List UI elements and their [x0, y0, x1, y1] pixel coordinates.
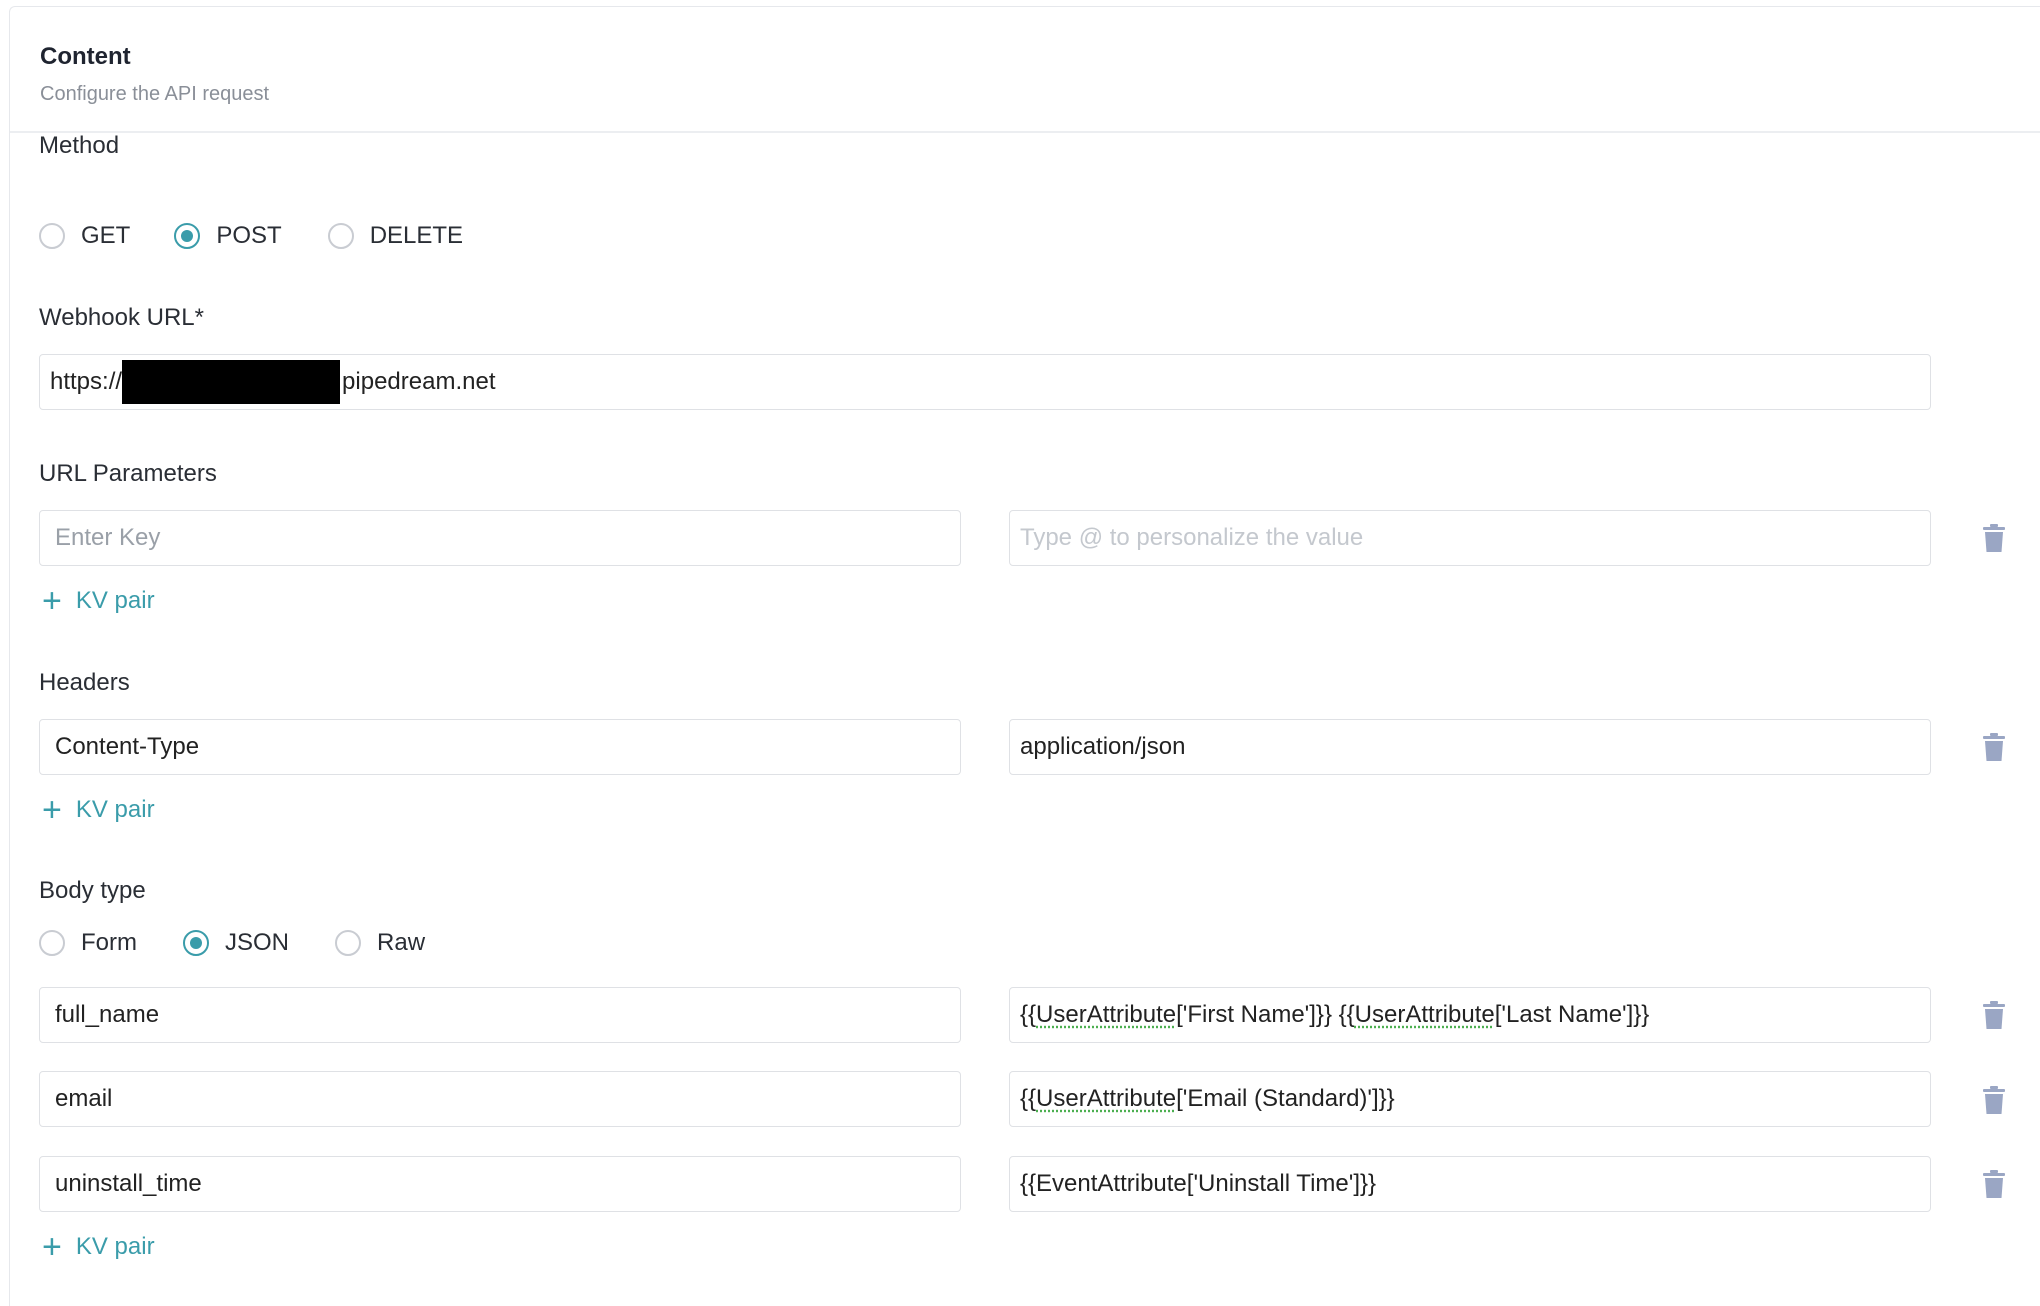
trash-icon[interactable] — [1983, 1170, 2005, 1198]
add-kv-label: KV pair — [75, 587, 155, 614]
body-value-value: {{EventAttribute['Uninstall Time']}} — [1020, 1170, 1377, 1197]
body-key-value: email — [55, 1085, 113, 1112]
body-key-input-uninstall-time[interactable]: uninstall_time — [39, 1156, 961, 1212]
headers-label: Headers — [39, 669, 130, 696]
add-kv-label: KV pair — [75, 1233, 155, 1260]
body-raw-option[interactable]: Raw — [335, 929, 425, 957]
body-json-label: JSON — [225, 929, 290, 956]
card-title: Content — [40, 43, 131, 70]
plus-icon: + — [42, 582, 62, 620]
body-form-option[interactable]: Form — [39, 929, 137, 957]
radio-json[interactable] — [183, 930, 209, 956]
body-key-input-email[interactable]: email — [39, 1071, 961, 1127]
add-body-kv-button[interactable]: + KV pair — [42, 1230, 155, 1264]
body-key-value: uninstall_time — [55, 1170, 202, 1197]
webhook-url-label: Webhook URL* — [39, 304, 204, 331]
card-subtitle: Configure the API request — [40, 83, 270, 105]
body-json-option[interactable]: JSON — [183, 929, 289, 957]
url-param-value-input[interactable]: Type @ to personalize the value — [1009, 510, 1931, 566]
method-get-label: GET — [81, 222, 131, 249]
radio-delete[interactable] — [327, 223, 354, 249]
method-post-label: POST — [216, 222, 282, 249]
radio-post[interactable] — [174, 223, 201, 249]
plus-icon: + — [42, 791, 62, 829]
card-header: Content Configure the API request — [10, 7, 2040, 133]
radio-raw[interactable] — [335, 930, 362, 956]
body-raw-label: Raw — [377, 929, 426, 956]
url-prefix: https:// — [50, 368, 123, 395]
key-placeholder: Enter Key — [55, 524, 161, 551]
body-value-value: {{UserAttribute['Email (Standard)']}} — [1020, 1085, 1395, 1112]
trash-icon[interactable] — [1983, 1086, 2005, 1114]
value-placeholder: Type @ to personalize the value — [1020, 524, 1364, 551]
body-value-input-email[interactable]: {{UserAttribute['Email (Standard)']}} — [1009, 1071, 1931, 1127]
method-get-option[interactable]: GET — [39, 222, 130, 250]
url-suffix: pipedream.net — [342, 368, 496, 395]
body-form-label: Form — [81, 929, 137, 956]
header-value-input[interactable]: application/json — [1009, 719, 1931, 775]
body-type-label: Body type — [39, 877, 146, 904]
body-key-input-full-name[interactable]: full_name — [39, 987, 961, 1043]
webhook-url-input[interactable]: https:// pipedream.net — [39, 354, 1931, 410]
header-value-value: application/json — [1020, 733, 1186, 760]
add-header-button[interactable]: + KV pair — [42, 793, 155, 827]
method-delete-option[interactable]: DELETE — [327, 222, 464, 250]
body-key-value: full_name — [55, 1001, 160, 1028]
body-value-input-full-name[interactable]: {{UserAttribute['First Name']}} {{UserAt… — [1009, 987, 1931, 1043]
radio-get[interactable] — [39, 223, 65, 249]
plus-icon: + — [42, 1228, 62, 1266]
method-post-option[interactable]: POST — [174, 222, 282, 250]
add-url-param-button[interactable]: + KV pair — [42, 584, 155, 618]
trash-icon[interactable] — [1983, 1001, 2005, 1029]
body-type-radio-group: Form JSON Raw — [39, 929, 425, 957]
trash-icon[interactable] — [1983, 524, 2005, 552]
body-value-value: {{UserAttribute['First Name']}} {{UserAt… — [1020, 1001, 1650, 1028]
add-kv-label: KV pair — [75, 796, 155, 823]
radio-form[interactable] — [39, 930, 65, 956]
method-label: Method — [39, 132, 120, 159]
body-value-input-uninstall-time[interactable]: {{EventAttribute['Uninstall Time']}} — [1009, 1156, 1931, 1212]
header-key-value: Content-Type — [55, 733, 200, 760]
trash-icon[interactable] — [1983, 733, 2005, 761]
redacted-block — [122, 360, 341, 404]
url-param-key-input[interactable]: Enter Key — [39, 510, 961, 566]
method-delete-label: DELETE — [369, 222, 464, 249]
header-key-input[interactable]: Content-Type — [39, 719, 961, 775]
method-radio-group: GET POST DELETE — [39, 222, 463, 250]
url-parameters-label: URL Parameters — [39, 460, 217, 487]
